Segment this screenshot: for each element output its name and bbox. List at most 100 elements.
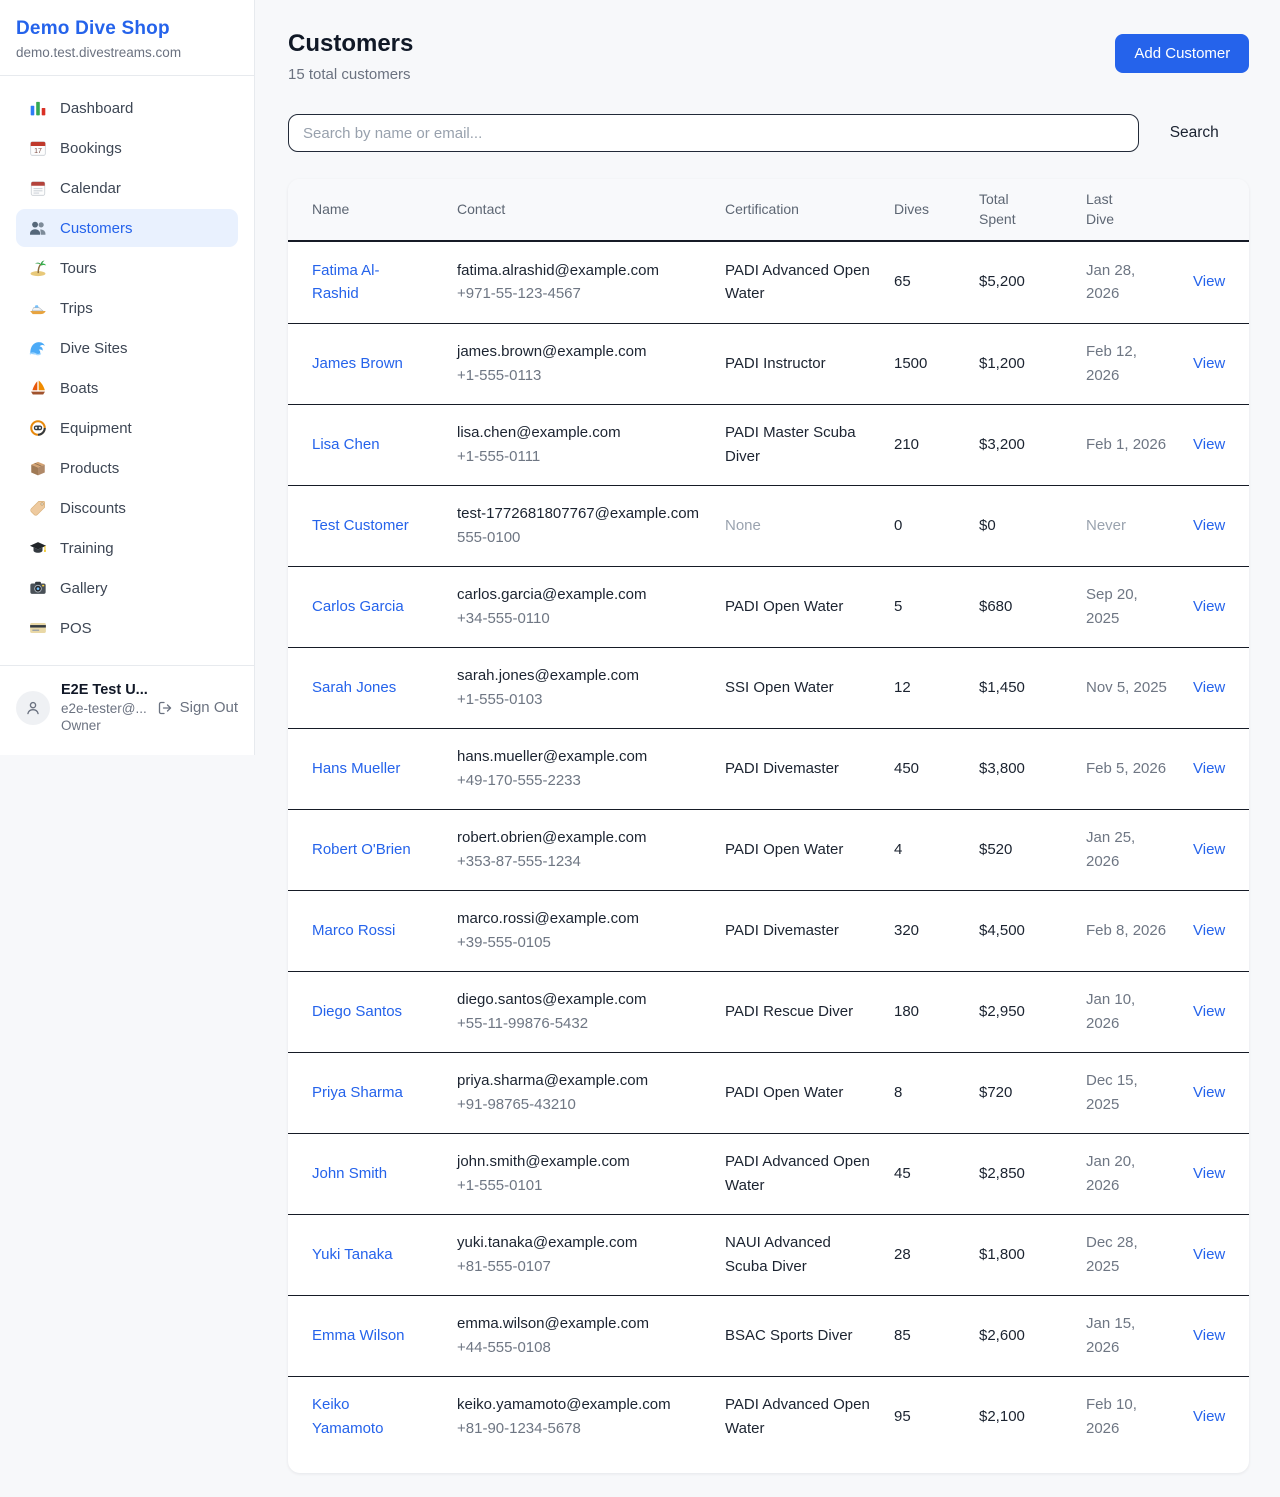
customer-name-link[interactable]: Carlos Garcia xyxy=(312,579,457,634)
customer-name-link[interactable]: Diego Santos xyxy=(312,984,457,1039)
bar-chart-icon xyxy=(29,99,47,117)
shop-name[interactable]: Demo Dive Shop xyxy=(16,18,238,40)
customer-email: john.smith@example.com xyxy=(457,1150,701,1173)
view-link[interactable]: View xyxy=(1193,1065,1225,1120)
customer-name-link[interactable]: Keiko Yamamoto xyxy=(312,1377,457,1456)
customer-name-link[interactable]: Robert O'Brien xyxy=(312,822,457,877)
calendar-date-icon: 17 xyxy=(29,139,47,157)
app-layout: Demo Dive Shop demo.test.divestreams.com… xyxy=(0,0,1280,1497)
customer-certification: SSI Open Water xyxy=(725,660,894,715)
island-icon xyxy=(29,259,47,277)
customer-certification: PADI Divemaster xyxy=(725,903,894,958)
customer-dives: 1500 xyxy=(894,336,979,391)
view-link[interactable]: View xyxy=(1193,1146,1225,1201)
table-row: Diego Santos diego.santos@example.com +5… xyxy=(288,971,1249,1052)
sidebar-item-boats[interactable]: Boats xyxy=(16,369,238,407)
customer-total-spent: $3,800 xyxy=(979,741,1086,796)
customer-email: carlos.garcia@example.com xyxy=(457,583,701,606)
sidebar-nav: Dashboard 17 Bookings Calendar Customers… xyxy=(0,76,254,659)
grad-cap-icon xyxy=(29,539,47,557)
customer-dives: 8 xyxy=(894,1065,979,1120)
search-input[interactable] xyxy=(288,114,1139,152)
view-link[interactable]: View xyxy=(1193,1389,1225,1444)
customer-contact: test-1772681807767@example.com 555-0100 xyxy=(457,486,725,565)
sidebar-item-bookings[interactable]: 17 Bookings xyxy=(16,129,238,167)
customer-last-dive: Nov 5, 2025 xyxy=(1086,660,1193,715)
customer-certification: PADI Advanced Open Water xyxy=(725,1377,894,1456)
customers-table: Name Contact Certification Dives Total S… xyxy=(288,179,1249,1473)
view-link[interactable]: View xyxy=(1193,254,1225,309)
search-button[interactable]: Search xyxy=(1139,124,1249,142)
table-row: Marco Rossi marco.rossi@example.com +39-… xyxy=(288,890,1249,971)
customer-certification: PADI Open Water xyxy=(725,822,894,877)
customer-phone: +49-170-555-2233 xyxy=(457,769,701,792)
customer-phone: +91-98765-43210 xyxy=(457,1093,701,1116)
customer-dives: 12 xyxy=(894,660,979,715)
customer-email: keiko.yamamoto@example.com xyxy=(457,1393,701,1416)
sidebar-item-training[interactable]: Training xyxy=(16,529,238,567)
view-link[interactable]: View xyxy=(1193,822,1225,877)
sidebar: Demo Dive Shop demo.test.divestreams.com… xyxy=(0,0,255,755)
sidebar-item-tours[interactable]: Tours xyxy=(16,249,238,287)
customer-dives: 65 xyxy=(894,254,979,309)
customer-phone: +55-11-99876-5432 xyxy=(457,1012,701,1035)
customer-name-link[interactable]: Priya Sharma xyxy=(312,1065,457,1120)
table-row: Lisa Chen lisa.chen@example.com +1-555-0… xyxy=(288,404,1249,485)
sidebar-item-dashboard[interactable]: Dashboard xyxy=(16,89,238,127)
customer-phone: +1-555-0101 xyxy=(457,1174,701,1197)
customer-email: marco.rossi@example.com xyxy=(457,907,701,930)
page-header: Customers 15 total customers Add Custome… xyxy=(288,30,1249,83)
view-link[interactable]: View xyxy=(1193,336,1225,391)
customer-phone: +81-90-1234-5678 xyxy=(457,1417,701,1440)
view-link[interactable]: View xyxy=(1193,741,1225,796)
view-link[interactable]: View xyxy=(1193,984,1225,1039)
sidebar-item-customers[interactable]: Customers xyxy=(16,209,238,247)
customer-name-link[interactable]: Sarah Jones xyxy=(312,660,457,715)
customer-contact: john.smith@example.com +1-555-0101 xyxy=(457,1134,725,1213)
sailboat-icon xyxy=(29,379,47,397)
view-link[interactable]: View xyxy=(1193,1227,1225,1282)
view-link[interactable]: View xyxy=(1193,417,1225,472)
customer-contact: marco.rossi@example.com +39-555-0105 xyxy=(457,891,725,970)
table-row: Yuki Tanaka yuki.tanaka@example.com +81-… xyxy=(288,1214,1249,1295)
sidebar-item-gallery[interactable]: Gallery xyxy=(16,569,238,607)
view-link[interactable]: View xyxy=(1193,660,1225,715)
customer-name-link[interactable]: James Brown xyxy=(312,336,457,391)
customer-email: emma.wilson@example.com xyxy=(457,1312,701,1335)
customer-name-link[interactable]: John Smith xyxy=(312,1146,457,1201)
view-link[interactable]: View xyxy=(1193,498,1225,553)
view-link[interactable]: View xyxy=(1193,1308,1225,1363)
user-info: E2E Test U... e2e-tester@... Owner xyxy=(61,681,146,735)
customer-certification: PADI Rescue Diver xyxy=(725,984,894,1039)
sidebar-item-pos[interactable]: POS xyxy=(16,609,238,647)
customer-name-link[interactable]: Marco Rossi xyxy=(312,903,457,958)
column-header-certification: Certification xyxy=(725,189,894,229)
customer-name-link[interactable]: Hans Mueller xyxy=(312,741,457,796)
customer-dives: 85 xyxy=(894,1308,979,1363)
customer-name-link[interactable]: Lisa Chen xyxy=(312,417,457,472)
table-row: John Smith john.smith@example.com +1-555… xyxy=(288,1133,1249,1214)
sidebar-item-dive-sites[interactable]: Dive Sites xyxy=(16,329,238,367)
sidebar-item-products[interactable]: Products xyxy=(16,449,238,487)
customer-total-spent: $1,800 xyxy=(979,1227,1086,1282)
customer-name-link[interactable]: Fatima Al-Rashid xyxy=(312,243,457,322)
customer-name-link[interactable]: Test Customer xyxy=(312,498,457,553)
customer-email: lisa.chen@example.com xyxy=(457,421,701,444)
sidebar-header: Demo Dive Shop demo.test.divestreams.com xyxy=(0,0,254,76)
sign-out-button[interactable]: Sign Out xyxy=(157,699,238,716)
customer-certification: PADI Instructor xyxy=(725,336,894,391)
customer-email: james.brown@example.com xyxy=(457,340,701,363)
customer-name-link[interactable]: Emma Wilson xyxy=(312,1308,457,1363)
sidebar-item-trips[interactable]: Trips xyxy=(16,289,238,327)
view-link[interactable]: View xyxy=(1193,579,1225,634)
sidebar-item-calendar[interactable]: Calendar xyxy=(16,169,238,207)
customer-certification: PADI Divemaster xyxy=(725,741,894,796)
add-customer-button[interactable]: Add Customer xyxy=(1115,34,1249,73)
sidebar-item-equipment[interactable]: Equipment xyxy=(16,409,238,447)
customer-total-spent: $2,850 xyxy=(979,1146,1086,1201)
customer-phone: +1-555-0113 xyxy=(457,364,701,387)
view-link[interactable]: View xyxy=(1193,903,1225,958)
customer-name-link[interactable]: Yuki Tanaka xyxy=(312,1227,457,1282)
sidebar-item-discounts[interactable]: Discounts xyxy=(16,489,238,527)
customer-last-dive: Feb 10, 2026 xyxy=(1086,1377,1193,1456)
